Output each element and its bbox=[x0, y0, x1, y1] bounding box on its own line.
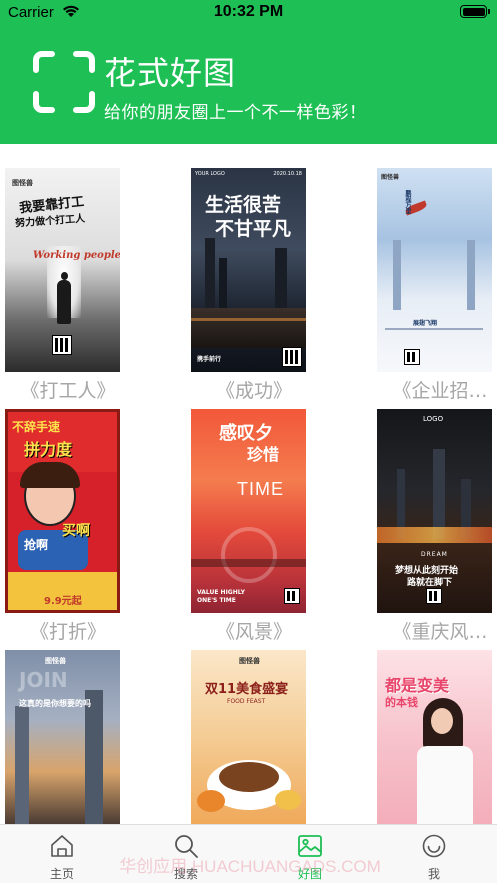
poster-image[interactable]: 都是变美 的本钱 bbox=[377, 650, 492, 824]
poster-image[interactable]: 感叹夕 珍惜 TIME VALUE HIGHLY ONE'S TIME bbox=[191, 409, 306, 613]
poster-tag: 买啊 bbox=[62, 523, 90, 539]
poster-brand: 图怪兽 bbox=[381, 174, 400, 181]
poster-label: 《打工人》 bbox=[20, 380, 116, 402]
poster-brand: 图怪兽 bbox=[239, 657, 260, 665]
poster-card[interactable]: 图怪兽 我要靠打工 努力做个打工人 Working people 《打工人》 bbox=[5, 168, 120, 402]
poster-brand: YOUR LOGO bbox=[195, 171, 225, 177]
poster-label: 《打折》 bbox=[29, 621, 106, 643]
poster-headline: 鹏程万里 bbox=[404, 190, 411, 214]
poster-image[interactable]: YOUR LOGO 2020.10.18 生活很苦 不甘平凡 携手前行 bbox=[191, 168, 306, 372]
tab-search[interactable]: 搜索 bbox=[146, 825, 226, 883]
poster-brand: 图怪兽 bbox=[12, 179, 33, 187]
battery-icon bbox=[460, 5, 490, 18]
qr-code bbox=[426, 588, 442, 604]
poster-headline-2: 拼力度 bbox=[24, 440, 73, 459]
poster-card[interactable]: LOGO DREAM 梦想从此刻开始 路就在脚下 《重庆风… bbox=[377, 409, 492, 643]
poster-headline: 双11美食盛宴 bbox=[205, 682, 289, 697]
poster-card[interactable]: YOUR LOGO 2020.10.18 生活很苦 不甘平凡 携手前行 《成功》 bbox=[191, 168, 306, 402]
poster-footer-2: ONE'S TIME bbox=[197, 597, 236, 604]
poster-headline-2: 珍惜 bbox=[247, 445, 280, 464]
page-subtitle: 给你的朋友圈上一个不一样色彩！ bbox=[104, 103, 367, 123]
qr-code bbox=[284, 588, 300, 604]
poster-label: 《成功》 bbox=[215, 380, 292, 402]
poster-image[interactable]: 图怪兽 我要靠打工 努力做个打工人 Working people bbox=[5, 168, 120, 372]
home-icon bbox=[51, 835, 73, 857]
poster-label: 《重庆风… bbox=[392, 621, 488, 643]
poster-headline-2: 路就在脚下 bbox=[407, 578, 453, 588]
status-bar: Carrier 10:32 PM bbox=[0, 0, 497, 26]
poster-headline: 这真的是你想要的吗 bbox=[19, 699, 91, 708]
tab-label: 主页 bbox=[49, 867, 74, 881]
poster-image[interactable]: 图怪兽 鹏程万里 展翅飞翔 bbox=[377, 168, 492, 372]
tab-label: 我 bbox=[427, 867, 440, 881]
poster-caption: 展翅飞翔 bbox=[413, 320, 438, 327]
clock: 10:32 PM bbox=[213, 3, 284, 20]
poster-watermark-text: JOIN bbox=[19, 668, 68, 692]
poster-label: 《企业招… bbox=[392, 380, 488, 402]
tab-label: 好图 bbox=[297, 867, 322, 881]
poster-caption: 携手前行 bbox=[197, 356, 222, 363]
scan-frame-icon bbox=[33, 51, 95, 113]
poster-card[interactable]: 图怪兽 鹏程万里 展翅飞翔 《企业招… bbox=[377, 168, 492, 402]
poster-caption: TIME bbox=[237, 479, 284, 499]
tab-bar: 主页 搜索 好图 我 bbox=[0, 824, 497, 883]
poster-brand: 图怪兽 bbox=[45, 657, 66, 665]
tab-gallery[interactable]: 好图 bbox=[270, 825, 350, 883]
poster-price: 9.9元起 bbox=[44, 596, 82, 607]
search-icon bbox=[175, 835, 198, 858]
page-title: 花式好图 bbox=[104, 54, 237, 92]
picture-icon bbox=[298, 835, 322, 857]
poster-headline-2: 不甘平凡 bbox=[215, 218, 292, 240]
qr-code bbox=[282, 347, 302, 367]
poster-image[interactable]: 不辞手速 拼力度 买啊 抢啊 9.9元起 bbox=[5, 409, 120, 613]
qr-code bbox=[52, 335, 72, 355]
smiley-profile-icon bbox=[422, 834, 446, 858]
poster-brand: LOGO bbox=[423, 415, 444, 423]
poster-footer: VALUE HIGHLY bbox=[197, 589, 245, 596]
qr-code bbox=[404, 349, 420, 365]
poster-date: 2020.10.18 bbox=[273, 171, 302, 177]
poster-caption: DREAM bbox=[421, 551, 448, 558]
poster-image[interactable]: 图怪兽 双11美食盛宴 FOOD FEAST bbox=[191, 650, 306, 824]
poster-card[interactable]: 感叹夕 珍惜 TIME VALUE HIGHLY ONE'S TIME 《风景》 bbox=[191, 409, 306, 643]
poster-label: 《风景》 bbox=[215, 621, 292, 643]
poster-caption: Working people bbox=[33, 250, 120, 261]
poster-card[interactable]: 图怪兽 JOIN 这真的是你想要的吗 bbox=[5, 650, 120, 824]
poster-image[interactable]: 图怪兽 JOIN 这真的是你想要的吗 bbox=[5, 650, 120, 824]
poster-headline: 都是变美 bbox=[385, 676, 450, 695]
poster-tag-2: 抢啊 bbox=[24, 538, 49, 552]
poster-card[interactable]: 图怪兽 双11美食盛宴 FOOD FEAST bbox=[191, 650, 306, 824]
poster-headline: 不辞手速 bbox=[12, 420, 61, 434]
poster-card[interactable]: 都是变美 的本钱 bbox=[377, 650, 492, 824]
poster-caption: 的本钱 bbox=[385, 696, 418, 709]
tab-label: 搜索 bbox=[173, 867, 198, 881]
tab-profile[interactable]: 我 bbox=[394, 825, 474, 883]
poster-caption: FOOD FEAST bbox=[227, 698, 266, 705]
poster-headline: 生活很苦 bbox=[205, 194, 282, 216]
tab-home[interactable]: 主页 bbox=[22, 825, 102, 883]
poster-card[interactable]: 不辞手速 拼力度 买啊 抢啊 9.9元起 《打折》 bbox=[5, 409, 120, 643]
poster-image[interactable]: LOGO DREAM 梦想从此刻开始 路就在脚下 bbox=[377, 409, 492, 613]
header-banner: 花式好图 给你的朋友圈上一个不一样色彩！ bbox=[0, 26, 497, 144]
